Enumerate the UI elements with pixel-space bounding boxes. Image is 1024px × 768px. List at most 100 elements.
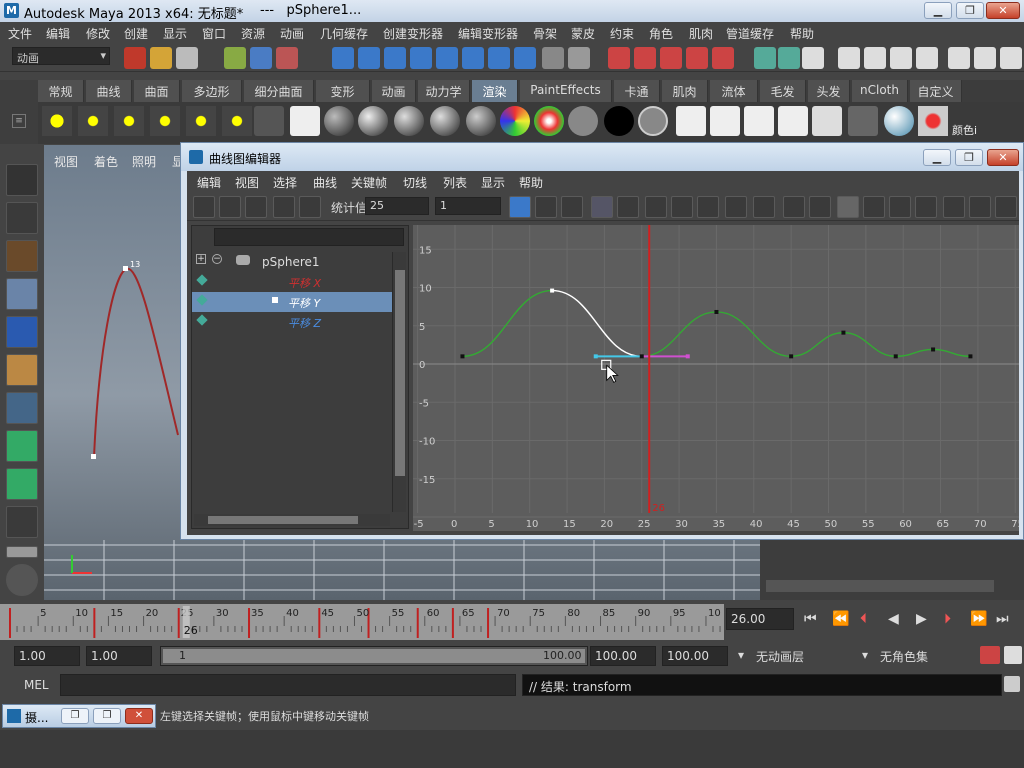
dope-sheet-icon[interactable] [969,196,991,218]
output-ops-icon[interactable] [778,47,800,69]
shelf-tab-0[interactable]: 常规 [38,80,84,102]
new-scene-icon[interactable] [124,47,146,69]
shelf-menu-icon[interactable]: ≡ [12,114,26,128]
soft-mod-tool-icon[interactable] [6,430,38,462]
snap-grid-icon[interactable] [608,47,630,69]
normalize-curves-icon[interactable] [943,196,965,218]
shelf-tab-12[interactable]: 流体 [710,80,758,102]
auto-tangent-icon[interactable] [591,196,613,218]
curve-segment[interactable] [895,348,934,358]
anim-layer-chevron-icon[interactable]: ▾ [738,648,744,662]
graph-editor-menu-1[interactable]: 视图 [235,174,259,191]
paint-select-tool-icon[interactable] [6,240,38,272]
phonge-sphere-icon[interactable] [430,106,460,136]
show-hide-tool-settings-icon[interactable] [1000,47,1022,69]
render-icon-2[interactable] [710,106,740,136]
flat-tangent-icon[interactable] [697,196,719,218]
render-icon-4[interactable] [778,106,808,136]
ipr-render-icon[interactable] [890,47,912,69]
graph-svg[interactable]: 151050-5-10-15-5 0 5 10 15 20 25 30 35 40 45 50 55 60… [413,225,1019,531]
graph-editor-menu-5[interactable]: 切线 [403,174,427,191]
shelf-tab-11[interactable]: 肌肉 [662,80,708,102]
anisotropic-sphere-icon[interactable] [466,106,496,136]
minimized-maximize-button[interactable]: ❐ [93,708,121,724]
center-current-time-icon[interactable] [561,196,583,218]
playback-end-field[interactable]: 100.00 [590,646,656,666]
render-settings-icon[interactable] [916,47,938,69]
shelf-tab-13[interactable]: 毛发 [760,80,806,102]
make-live-icon[interactable] [712,47,734,69]
menu-item-15[interactable]: 肌肉 [689,25,713,42]
menu-item-10[interactable]: 编辑变形器 [458,25,518,42]
spline-tangent-icon[interactable] [617,196,639,218]
curve-segment[interactable] [462,289,553,358]
bump-icon[interactable] [638,106,668,136]
select-misc-icon[interactable] [514,47,536,69]
command-input[interactable] [60,674,516,696]
menu-set-selector[interactable]: 动画 ▾ [12,47,110,65]
curve-key[interactable] [550,288,555,293]
curve-key[interactable] [789,354,794,359]
char-set-chevron-icon[interactable]: ▾ [862,648,868,662]
time-slider-svg[interactable]: 5101520253035404550556065707580859095102… [0,604,724,640]
render-current-icon[interactable] [864,47,886,69]
current-time-field[interactable]: 26.00 [726,608,794,630]
insert-key-tool-icon[interactable] [219,196,241,218]
tangent-out-point[interactable] [685,354,690,359]
unify-tangents-icon[interactable] [809,196,831,218]
show-hide-channel-box-icon[interactable] [948,47,970,69]
graph-editor-menu-3[interactable]: 曲线 [313,174,337,191]
minimized-restore-button[interactable]: ❐ [61,708,89,724]
expand-icon[interactable]: + [196,254,206,264]
select-surfaces-icon[interactable] [410,47,432,69]
graph-editor-close-button[interactable]: ✕ [987,149,1019,166]
lock-tangent-weight-icon[interactable] [863,196,885,218]
curve-key[interactable] [639,354,644,359]
curve-key[interactable] [893,354,898,359]
curve-key[interactable] [714,309,719,314]
select-tool-icon[interactable] [6,164,38,196]
close-button[interactable]: ✕ [986,2,1020,19]
menu-item-14[interactable]: 角色 [649,25,673,42]
outliner-horizontal-scrollbar[interactable] [194,514,390,526]
shelf-tab-7[interactable]: 动力学 [418,80,470,102]
select-handles-icon[interactable] [332,47,354,69]
linear-tangent-icon[interactable] [671,196,693,218]
point-light-icon[interactable] [114,106,144,136]
outliner-hscroll-thumb[interactable] [208,516,358,524]
menu-item-13[interactable]: 约束 [610,25,634,42]
layered-shader-icon[interactable] [500,106,530,136]
use-background-icon[interactable] [604,106,634,136]
menu-item-0[interactable]: 文件 [8,25,32,42]
curve-segment[interactable] [552,289,642,358]
break-tangents-icon[interactable] [783,196,805,218]
graph-editor-menu-2[interactable]: 选择 [273,174,297,191]
shelf-tab-16[interactable]: 自定义 [910,80,962,102]
phong-sphere-icon[interactable] [394,106,424,136]
paint-icon[interactable] [918,106,948,136]
menu-item-3[interactable]: 创建 [124,25,148,42]
animation-start-field[interactable]: 1.00 [14,646,80,666]
animation-preferences-icon[interactable] [1004,646,1022,664]
anim-layer-label[interactable]: 无动画层 [756,648,804,665]
auto-key-icon[interactable] [980,646,1000,664]
stats-time-field[interactable]: 25 [365,197,429,215]
select-component-icon[interactable] [276,47,298,69]
play-backwards-icon[interactable]: ◀ [888,611,899,627]
color-shelf-item[interactable]: 颜色i [952,106,990,137]
region-tool-icon[interactable] [273,196,295,218]
menu-item-9[interactable]: 创建变形器 [383,25,443,42]
render-view-icon[interactable] [838,47,860,69]
render-icon-1[interactable] [676,106,706,136]
outliner-vertical-scrollbar[interactable] [392,252,406,512]
buffer-curve-snapshot-icon[interactable] [889,196,911,218]
outliner-object-row[interactable]: + − pSphere1 [192,252,392,272]
snap-curve-icon[interactable] [634,47,656,69]
select-joints-icon[interactable] [358,47,380,69]
shelf-tab-9[interactable]: PaintEffects [520,80,612,102]
curve-segment[interactable] [933,348,971,358]
minimized-window[interactable]: 摄... ❐ ❐ ✕ [2,704,156,728]
channel-row-translate-z[interactable]: 平移 Z [192,312,392,332]
channel-row-translate-x[interactable]: 平移 X [192,272,392,292]
layout-preset-icon[interactable] [6,546,38,558]
